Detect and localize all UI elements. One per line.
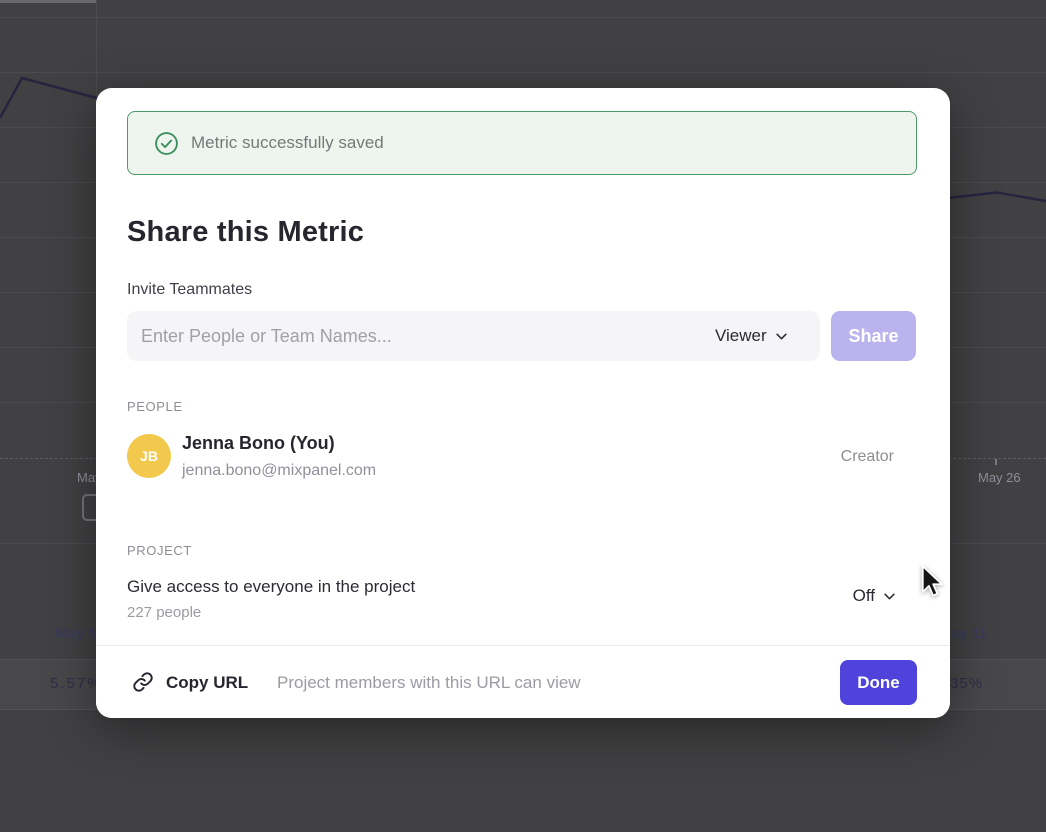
x-axis-label-right: May 26	[978, 470, 1021, 485]
modal-title: Share this Metric	[127, 216, 364, 249]
share-metric-modal: Metric successfully saved Share this Met…	[96, 88, 950, 718]
mouse-cursor	[920, 565, 948, 601]
link-icon	[132, 671, 154, 693]
copy-url-button[interactable]: Copy URL	[166, 673, 248, 693]
people-section-label: PEOPLE	[127, 399, 183, 414]
chevron-down-icon	[884, 593, 895, 600]
person-name: Jenna Bono (You)	[182, 433, 335, 454]
project-access-title: Give access to everyone in the project	[127, 577, 415, 597]
project-section-label: PROJECT	[127, 543, 192, 558]
x-axis-label-left: May	[77, 470, 96, 485]
project-access-dropdown[interactable]: Off	[853, 586, 895, 606]
done-button[interactable]: Done	[840, 660, 917, 705]
table-header-left: May 5	[55, 625, 97, 642]
success-toast: Metric successfully saved	[127, 111, 917, 175]
person-email: jenna.bono@mixpanel.com	[182, 462, 376, 480]
avatar: JB	[127, 434, 171, 478]
role-dropdown[interactable]: Viewer	[715, 311, 787, 361]
project-people-count: 227 people	[127, 604, 201, 621]
modal-footer: Copy URL Project members with this URL c…	[96, 645, 950, 718]
copy-url-hint: Project members with this URL can view	[277, 673, 581, 693]
table-value-left: 5.57%	[50, 675, 103, 692]
role-dropdown-value: Viewer	[715, 326, 767, 346]
person-role: Creator	[841, 448, 894, 466]
table-value-right: 35%	[950, 675, 983, 692]
share-button[interactable]: Share	[831, 311, 916, 361]
project-access-value: Off	[853, 586, 875, 606]
toast-message: Metric successfully saved	[191, 133, 384, 153]
success-check-icon	[154, 131, 179, 156]
invite-teammates-label: Invite Teammates	[127, 281, 252, 299]
chevron-down-icon	[776, 333, 787, 340]
